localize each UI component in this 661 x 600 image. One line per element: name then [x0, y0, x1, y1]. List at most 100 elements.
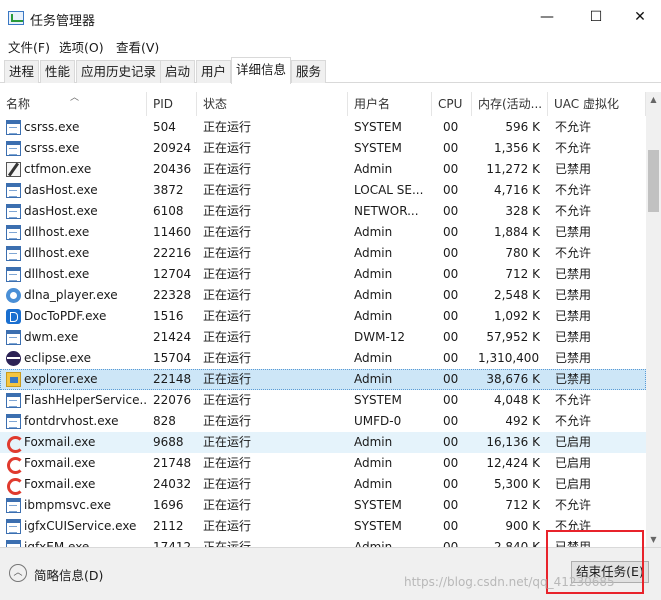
- minimize-button[interactable]: —: [524, 0, 570, 34]
- table-row[interactable]: dlna_player.exe 22328 正在运行 Admin 00 2,548 K 已禁…: [0, 285, 646, 306]
- table-row[interactable]: ibmpmsvc.exe 1696 正在运行 SYSTEM 00 712 K 不允许: [0, 495, 646, 516]
- table-row[interactable]: csrss.exe 20924 正在运行 SYSTEM 00 1,356 K 不允许: [0, 138, 646, 159]
- cell-status: 正在运行: [203, 372, 252, 386]
- cell-user: Admin: [354, 456, 393, 470]
- tab-details[interactable]: 详细信息: [231, 57, 292, 84]
- generic-process-icon: [6, 225, 21, 240]
- cell-name: Foxmail.exe: [24, 477, 96, 491]
- table-row[interactable]: Foxmail.exe 21748 正在运行 Admin 00 12,424 K 已启用: [0, 453, 646, 474]
- cell-cpu: 00: [443, 477, 459, 491]
- cell-cpu: 00: [443, 330, 459, 344]
- cell-cpu: 00: [443, 288, 459, 302]
- col-header-status[interactable]: 状态: [197, 92, 348, 116]
- cell-memory: 712 K: [505, 267, 540, 281]
- col-header-memory[interactable]: 内存(活动...: [472, 92, 548, 116]
- table-row[interactable]: csrss.exe 504 正在运行 SYSTEM 00 596 K 不允许: [0, 117, 646, 138]
- folder-process-icon: [6, 372, 21, 387]
- tab-processes[interactable]: 进程: [4, 60, 40, 83]
- table-row[interactable]: Foxmail.exe 9688 正在运行 Admin 00 16,136 K 已启用: [0, 432, 646, 453]
- tab-startup[interactable]: 启动: [160, 60, 196, 83]
- table-row[interactable]: dwm.exe 21424 正在运行 DWM-12 00 57,952 K 已禁用: [0, 327, 646, 348]
- scroll-up-arrow-icon[interactable]: ▲: [646, 92, 661, 107]
- tab-performance[interactable]: 性能: [40, 60, 76, 83]
- cell-pid: 2112: [153, 519, 184, 533]
- tab-services[interactable]: 服务: [291, 60, 327, 83]
- menu-options[interactable]: 选项(O): [59, 37, 104, 56]
- cell-memory: 900 K: [505, 519, 540, 533]
- table-row[interactable]: ctfmon.exe 20436 正在运行 Admin 00 11,272 K 已禁用: [0, 159, 646, 180]
- cell-cpu: 00: [443, 414, 459, 428]
- scrollbar-thumb[interactable]: [648, 150, 659, 212]
- cell-user: SYSTEM: [354, 141, 402, 155]
- cell-pid: 22076: [153, 393, 192, 407]
- col-header-user[interactable]: 用户名: [348, 92, 432, 116]
- cell-cpu: 00: [443, 141, 459, 155]
- cell-status: 正在运行: [203, 162, 252, 176]
- col-header-uac[interactable]: UAC 虚拟化: [548, 92, 646, 116]
- table-row[interactable]: FlashHelperService... 22076 正在运行 SYSTEM 00 4,…: [0, 390, 646, 411]
- menu-view[interactable]: 查看(V): [116, 37, 159, 56]
- cell-pid: 1696: [153, 498, 184, 512]
- cell-cpu: 00: [443, 183, 459, 197]
- menu-file[interactable]: 文件(F): [8, 37, 50, 56]
- cell-memory: 492 K: [505, 414, 540, 428]
- cell-uac: 已禁用: [555, 309, 592, 323]
- cell-pid: 22216: [153, 246, 192, 260]
- tab-users[interactable]: 用户: [196, 60, 232, 83]
- table-row[interactable]: dllhost.exe 12704 正在运行 Admin 00 712 K 已禁用: [0, 264, 646, 285]
- cell-memory: 16,136 K: [486, 435, 540, 449]
- table-row[interactable]: eclipse.exe 15704 正在运行 Admin 00 1,310,400... 已…: [0, 348, 646, 369]
- cell-user: SYSTEM: [354, 120, 402, 134]
- cell-memory: 5,300 K: [493, 477, 540, 491]
- table-row[interactable]: dasHost.exe 6108 正在运行 NETWOR... 00 328 K 不允许: [0, 201, 646, 222]
- cell-name: igfxCUIService.exe: [24, 519, 137, 533]
- table-row[interactable]: Foxmail.exe 24032 正在运行 Admin 00 5,300 K 已启用: [0, 474, 646, 495]
- col-header-name[interactable]: 名称 ︿: [0, 92, 147, 116]
- col-header-pid[interactable]: PID: [147, 92, 197, 116]
- cell-memory: 57,952 K: [486, 330, 540, 344]
- cell-uac: 已禁用: [555, 162, 592, 176]
- table-row[interactable]: dasHost.exe 3872 正在运行 LOCAL SE... 00 4,716 K 不…: [0, 180, 646, 201]
- cell-name: explorer.exe: [24, 372, 98, 386]
- close-button[interactable]: ✕: [617, 0, 661, 34]
- cell-name: igfxEM.exe: [24, 540, 90, 547]
- generic-process-icon: [6, 120, 21, 135]
- cell-status: 正在运行: [203, 225, 252, 239]
- table-row[interactable]: explorer.exe 22148 正在运行 Admin 00 38,676 K 已禁用: [0, 369, 646, 390]
- maximize-button[interactable]: ☐: [573, 0, 619, 34]
- table-row[interactable]: DocToPDF.exe 1516 正在运行 Admin 00 1,092 K 已禁用: [0, 306, 646, 327]
- generic-process-icon: [6, 141, 21, 156]
- cell-name: dllhost.exe: [24, 267, 90, 281]
- cell-pid: 22328: [153, 288, 192, 302]
- foxmail-icon: [6, 477, 24, 495]
- cell-uac: 已禁用: [555, 288, 592, 302]
- tab-app-history[interactable]: 应用历史记录: [76, 60, 162, 83]
- table-row[interactable]: dllhost.exe 11460 正在运行 Admin 00 1,884 K 已禁用: [0, 222, 646, 243]
- cell-memory: 4,048 K: [493, 393, 540, 407]
- table-row[interactable]: fontdrvhost.exe 828 正在运行 UMFD-0 00 492 K 不允许: [0, 411, 646, 432]
- chevron-up-icon[interactable]: ︿: [9, 564, 27, 582]
- cell-user: UMFD-0: [354, 414, 402, 428]
- fewer-details-link[interactable]: 简略信息(D): [34, 565, 103, 584]
- cell-status: 正在运行: [203, 477, 252, 491]
- cell-user: Admin: [354, 162, 393, 176]
- cell-user: Admin: [354, 225, 393, 239]
- cell-status: 正在运行: [203, 435, 252, 449]
- col-header-cpu[interactable]: CPU: [432, 92, 472, 116]
- cell-pid: 828: [153, 414, 176, 428]
- table-row[interactable]: dllhost.exe 22216 正在运行 Admin 00 780 K 不允许: [0, 243, 646, 264]
- cell-name: dllhost.exe: [24, 246, 90, 260]
- generic-process-icon: [6, 246, 21, 261]
- cell-pid: 21748: [153, 456, 192, 470]
- cell-name: eclipse.exe: [24, 351, 92, 365]
- cell-uac: 不允许: [555, 120, 592, 134]
- vertical-scrollbar[interactable]: ▲ ▼: [646, 92, 661, 547]
- generic-process-icon: [6, 519, 21, 534]
- cell-user: SYSTEM: [354, 393, 402, 407]
- cell-user: LOCAL SE...: [354, 183, 424, 197]
- cell-status: 正在运行: [203, 456, 252, 470]
- cell-pid: 11460: [153, 225, 192, 239]
- cell-status: 正在运行: [203, 519, 252, 533]
- scroll-down-arrow-icon[interactable]: ▼: [646, 532, 661, 547]
- cell-user: SYSTEM: [354, 498, 402, 512]
